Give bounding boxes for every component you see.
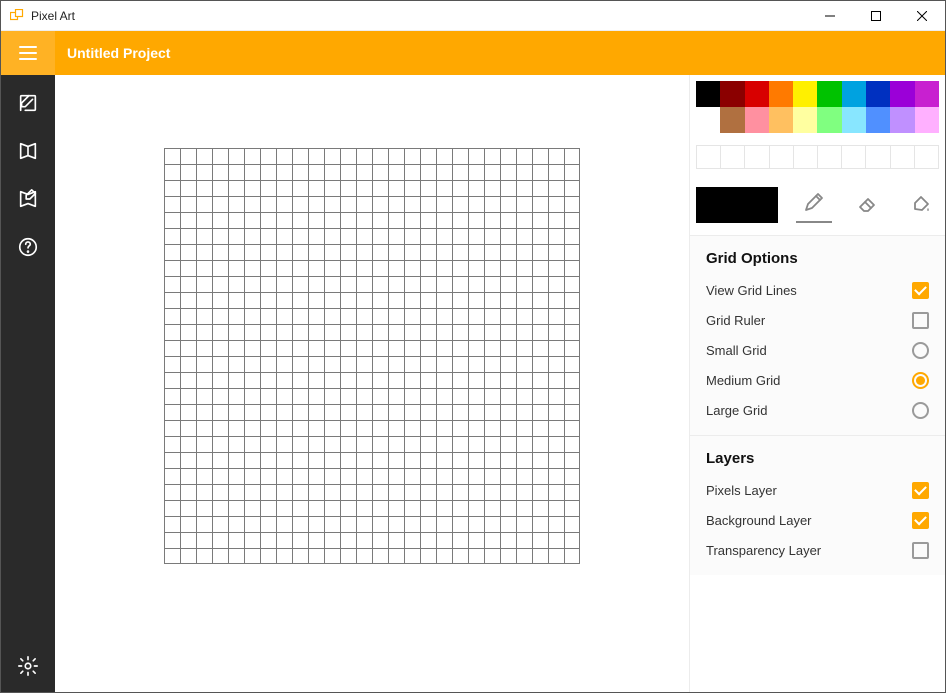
option-small-grid: Small Grid — [706, 335, 929, 365]
medium-grid-radio[interactable] — [912, 372, 929, 389]
palette-section — [690, 75, 945, 235]
palette-color[interactable] — [866, 107, 890, 133]
palette-color[interactable] — [720, 107, 744, 133]
window-title: Pixel Art — [31, 9, 75, 23]
option-medium-grid: Medium Grid — [706, 365, 929, 395]
custom-color-slot[interactable] — [915, 146, 938, 168]
palette-color[interactable] — [696, 107, 720, 133]
menu-button[interactable] — [1, 31, 55, 75]
palette-row-1 — [696, 81, 939, 107]
palette-color[interactable] — [817, 107, 841, 133]
drawing-tool-row — [696, 183, 939, 223]
book-tool-icon[interactable] — [16, 139, 40, 163]
palette-color[interactable] — [793, 81, 817, 107]
small-grid-radio[interactable] — [912, 342, 929, 359]
palette-row-2 — [696, 107, 939, 133]
option-large-grid: Large Grid — [706, 395, 929, 425]
app-window: Pixel Art Untitled Project — [0, 0, 946, 693]
left-toolbar — [1, 75, 55, 692]
pixels-layer-checkbox[interactable] — [912, 482, 929, 499]
fill-tool[interactable] — [903, 183, 939, 223]
custom-color-slot[interactable] — [891, 146, 915, 168]
option-label: Grid Ruler — [706, 313, 765, 328]
maximize-button[interactable] — [853, 1, 899, 31]
palette-color[interactable] — [720, 81, 744, 107]
palette-color[interactable] — [890, 107, 914, 133]
option-background-layer: Background Layer — [706, 505, 929, 535]
eraser-tool[interactable] — [850, 183, 886, 223]
palette-color[interactable] — [817, 81, 841, 107]
option-label: Pixels Layer — [706, 483, 777, 498]
palette-color[interactable] — [890, 81, 914, 107]
grid-options-heading: Grid Options — [706, 250, 929, 267]
custom-color-row — [696, 145, 939, 169]
palette-color[interactable] — [866, 81, 890, 107]
view-grid-lines-checkbox[interactable] — [912, 282, 929, 299]
palette-color[interactable] — [915, 81, 939, 107]
background-layer-checkbox[interactable] — [912, 512, 929, 529]
right-panel: Grid Options View Grid Lines Grid Ruler … — [689, 75, 945, 692]
grid-options-section: Grid Options View Grid Lines Grid Ruler … — [690, 235, 945, 435]
palette-color[interactable] — [745, 81, 769, 107]
pixel-grid[interactable] — [164, 148, 580, 564]
option-label: Small Grid — [706, 343, 767, 358]
palette-color[interactable] — [769, 81, 793, 107]
option-label: Large Grid — [706, 403, 767, 418]
custom-color-slot[interactable] — [866, 146, 890, 168]
custom-color-slot[interactable] — [697, 146, 721, 168]
current-color-swatch[interactable] — [696, 187, 778, 223]
palette-color[interactable] — [842, 107, 866, 133]
option-label: View Grid Lines — [706, 283, 797, 298]
app-header: Untitled Project — [1, 31, 945, 75]
option-label: Background Layer — [706, 513, 812, 528]
palette-color[interactable] — [842, 81, 866, 107]
option-label: Medium Grid — [706, 373, 780, 388]
project-title: Untitled Project — [67, 45, 170, 61]
app-body: Grid Options View Grid Lines Grid Ruler … — [1, 75, 945, 692]
layers-heading: Layers — [706, 450, 929, 467]
titlebar: Pixel Art — [1, 1, 945, 31]
option-pixels-layer: Pixels Layer — [706, 475, 929, 505]
edit-tool-icon[interactable] — [16, 91, 40, 115]
custom-color-slot[interactable] — [721, 146, 745, 168]
layers-section: Layers Pixels Layer Background Layer Tra… — [690, 435, 945, 575]
edit-book-tool-icon[interactable] — [16, 187, 40, 211]
custom-color-slot[interactable] — [770, 146, 794, 168]
palette-color[interactable] — [696, 81, 720, 107]
palette-color[interactable] — [769, 107, 793, 133]
custom-color-slot[interactable] — [842, 146, 866, 168]
transparency-layer-checkbox[interactable] — [912, 542, 929, 559]
option-grid-ruler: Grid Ruler — [706, 305, 929, 335]
minimize-button[interactable] — [807, 1, 853, 31]
settings-icon[interactable] — [16, 654, 40, 678]
custom-color-slot[interactable] — [745, 146, 769, 168]
option-view-grid-lines: View Grid Lines — [706, 275, 929, 305]
option-transparency-layer: Transparency Layer — [706, 535, 929, 565]
grid-ruler-checkbox[interactable] — [912, 312, 929, 329]
help-icon[interactable] — [16, 235, 40, 259]
option-label: Transparency Layer — [706, 543, 821, 558]
custom-color-slot[interactable] — [818, 146, 842, 168]
pencil-tool[interactable] — [796, 183, 832, 223]
canvas-area — [55, 75, 689, 692]
palette-color[interactable] — [745, 107, 769, 133]
large-grid-radio[interactable] — [912, 402, 929, 419]
app-icon — [9, 8, 25, 24]
close-button[interactable] — [899, 1, 945, 31]
palette-color[interactable] — [915, 107, 939, 133]
palette-color[interactable] — [793, 107, 817, 133]
custom-color-slot[interactable] — [794, 146, 818, 168]
